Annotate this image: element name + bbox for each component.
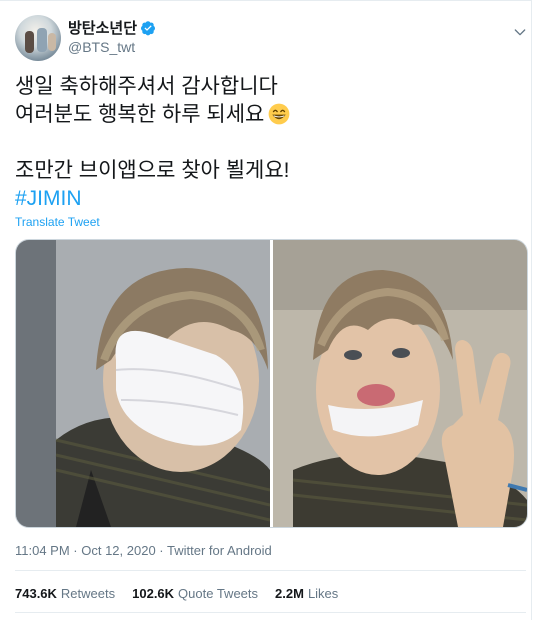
chevron-down-icon[interactable] bbox=[512, 24, 528, 40]
likes-count: 2.2M bbox=[275, 586, 304, 601]
stats-bottom-divider bbox=[15, 612, 526, 613]
avatar[interactable] bbox=[15, 15, 61, 61]
photo-2[interactable] bbox=[273, 240, 527, 527]
stats-top-divider bbox=[15, 570, 526, 571]
tweet-line-3: 조만간 브이앱으로 찾아 뵐게요! bbox=[15, 159, 290, 182]
top-divider bbox=[0, 0, 531, 1]
likes-stat[interactable]: 2.2M Likes bbox=[275, 586, 338, 601]
translate-tweet-link[interactable]: Translate Tweet bbox=[15, 215, 100, 229]
grinning-emoji-icon bbox=[268, 103, 290, 125]
quote-tweets-count: 102.6K bbox=[132, 586, 175, 601]
tweet-line-1: 생일 축하해주셔서 감사합니다 bbox=[15, 75, 278, 98]
tweet-timestamp[interactable]: 11:04 PM · Oct 12, 2020 · Twitter for An… bbox=[15, 543, 272, 558]
verified-badge-icon bbox=[141, 20, 156, 35]
author-name-line[interactable]: 방탄소년단 bbox=[68, 17, 156, 38]
hashtag-link[interactable]: #JIMIN bbox=[15, 185, 520, 213]
photo-1-image bbox=[16, 240, 270, 527]
quote-tweets-stat[interactable]: 102.6K Quote Tweets bbox=[132, 586, 258, 601]
engagement-stats: 743.6K Retweets 102.6K Quote Tweets 2.2M Li… bbox=[15, 586, 355, 601]
retweets-count: 743.6K bbox=[15, 586, 57, 601]
tweet-text: 생일 축하해주셔서 감사합니다 여러분도 행복한 하루 되세요 조만간 브이앱으… bbox=[15, 73, 520, 213]
retweets-label: Retweets bbox=[60, 586, 116, 601]
author-display-name[interactable]: 방탄소년단 bbox=[68, 17, 137, 38]
quote-tweets-label: Quote Tweets bbox=[178, 586, 259, 601]
tweet-line-2-text: 여러분도 행복한 하루 되세요 bbox=[15, 103, 265, 126]
photo-2-image bbox=[273, 240, 527, 527]
tweet-line-2: 여러분도 행복한 하루 되세요 bbox=[15, 101, 520, 129]
media-grid bbox=[15, 239, 528, 528]
author-handle[interactable]: @BTS_twt bbox=[68, 39, 135, 55]
photo-1[interactable] bbox=[16, 240, 270, 527]
likes-label: Likes bbox=[307, 586, 339, 601]
retweets-stat[interactable]: 743.6K Retweets bbox=[15, 586, 115, 601]
tweet-header: 방탄소년단 @BTS_twt bbox=[15, 13, 528, 63]
